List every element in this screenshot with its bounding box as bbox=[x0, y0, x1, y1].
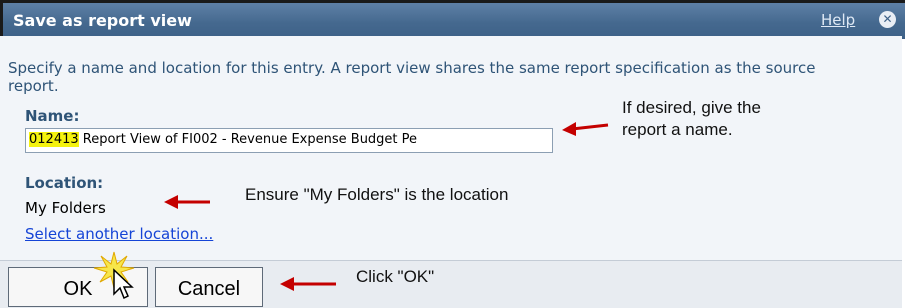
close-icon[interactable]: ✕ bbox=[879, 11, 896, 28]
location-label: Location: bbox=[25, 174, 104, 192]
name-annotation-line2: report a name. bbox=[622, 120, 733, 139]
name-label: Name: bbox=[25, 107, 80, 125]
name-annotation-line1: If desired, give the bbox=[622, 98, 761, 117]
help-link[interactable]: Help bbox=[821, 11, 855, 29]
name-input[interactable]: 012413 Report View of FI002 - Revenue Ex… bbox=[25, 128, 553, 153]
ok-annotation: Click "OK" bbox=[356, 267, 435, 286]
ok-arrow-icon bbox=[280, 277, 336, 291]
name-highlight: 012413 bbox=[29, 132, 79, 147]
name-arrow-icon bbox=[562, 122, 609, 136]
location-annotation: Ensure "My Folders" is the location bbox=[245, 185, 509, 204]
location-value: My Folders bbox=[25, 199, 106, 217]
select-another-location-link[interactable]: Select another location... bbox=[25, 225, 213, 243]
location-arrow-icon bbox=[164, 195, 210, 209]
title-bar: Save as report view Help ✕ bbox=[3, 3, 905, 39]
dialog-title: Save as report view bbox=[13, 11, 192, 30]
mouse-pointer-icon bbox=[113, 268, 134, 300]
dialog-description: Specify a name and location for this ent… bbox=[8, 59, 816, 95]
cancel-button[interactable]: Cancel bbox=[155, 267, 263, 307]
name-value-text: Report View of FI002 - Revenue Expense B… bbox=[78, 132, 418, 147]
